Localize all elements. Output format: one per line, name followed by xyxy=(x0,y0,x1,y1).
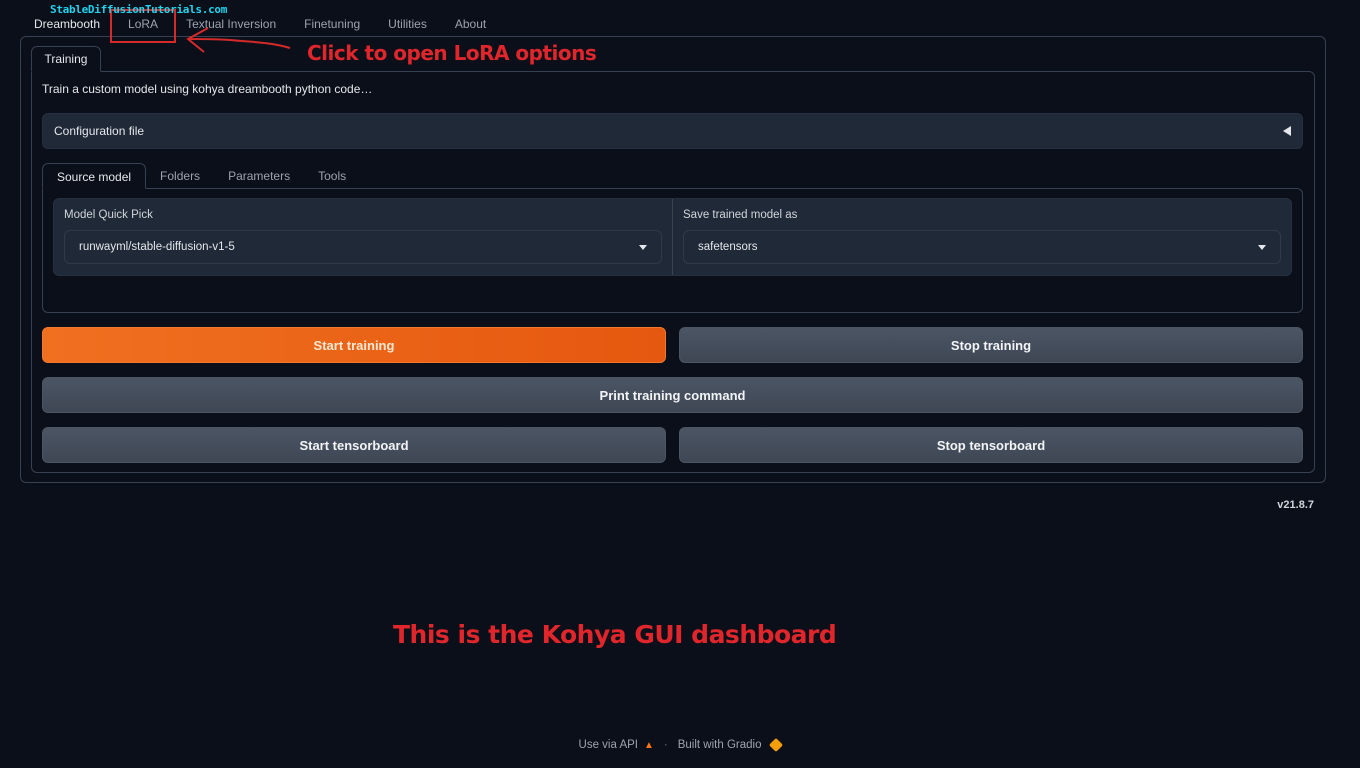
source-model-form: Model Quick Pick runwayml/stable-diffusi… xyxy=(53,198,1292,276)
configuration-file-accordion[interactable]: Configuration file xyxy=(42,113,1303,149)
annotation-lora-hint: Click to open LoRA options xyxy=(307,41,597,65)
tab-source-model[interactable]: Source model xyxy=(42,163,147,189)
sub-tab-bar: Source model Folders Parameters Tools xyxy=(42,163,360,189)
save-model-as-field: Save trained model as safetensors xyxy=(672,199,1291,275)
model-quick-pick-value: runwayml/stable-diffusion-v1-5 xyxy=(79,241,235,253)
model-quick-pick-label: Model Quick Pick xyxy=(64,209,153,221)
start-training-button[interactable]: Start training xyxy=(42,327,666,363)
built-with-gradio-label: Built with Gradio xyxy=(677,739,762,751)
chevron-down-icon xyxy=(639,244,647,250)
built-with-gradio-link[interactable]: Built with Gradio xyxy=(677,737,784,753)
model-quick-pick-dropdown[interactable]: runwayml/stable-diffusion-v1-5 xyxy=(64,230,662,264)
accordion-label: Configuration file xyxy=(54,124,145,138)
use-via-api-link[interactable]: Use via API ▲ xyxy=(579,739,654,751)
panel-description: Train a custom model using kohya dreambo… xyxy=(42,82,373,96)
tab-about[interactable]: About xyxy=(441,10,500,36)
tab-utilities[interactable]: Utilities xyxy=(374,10,441,36)
save-model-as-value: safetensors xyxy=(698,241,758,253)
use-via-api-label: Use via API xyxy=(578,739,638,751)
stop-training-button[interactable]: Stop training xyxy=(679,327,1303,363)
annotation-dashboard-note: This is the Kohya GUI dashboard xyxy=(393,620,837,649)
tab-finetuning[interactable]: Finetuning xyxy=(290,10,374,36)
tab-folders[interactable]: Folders xyxy=(146,163,214,189)
start-tensorboard-button[interactable]: Start tensorboard xyxy=(42,427,666,463)
gradio-logo-icon xyxy=(769,737,784,753)
save-model-as-label: Save trained model as xyxy=(683,209,798,221)
annotation-arrow-icon xyxy=(186,27,291,53)
rocket-icon: ▲ xyxy=(643,739,654,751)
tab-parameters[interactable]: Parameters xyxy=(214,163,304,189)
watermark: StableDiffusionTutorials.com xyxy=(50,3,228,16)
chevron-down-icon xyxy=(1258,244,1266,250)
save-model-as-dropdown[interactable]: safetensors xyxy=(683,230,1281,264)
model-quick-pick-field: Model Quick Pick runwayml/stable-diffusi… xyxy=(54,199,672,275)
stop-tensorboard-button[interactable]: Stop tensorboard xyxy=(679,427,1303,463)
footer-separator: · xyxy=(663,739,668,751)
tab-training[interactable]: Training xyxy=(31,46,101,72)
triangle-left-icon xyxy=(1283,126,1291,136)
version-label: v21.8.7 xyxy=(1277,499,1314,511)
print-training-command-button[interactable]: Print training command xyxy=(42,377,1303,413)
footer: Use via API ▲ · Built with Gradio xyxy=(0,737,1360,753)
tab-tools[interactable]: Tools xyxy=(304,163,360,189)
